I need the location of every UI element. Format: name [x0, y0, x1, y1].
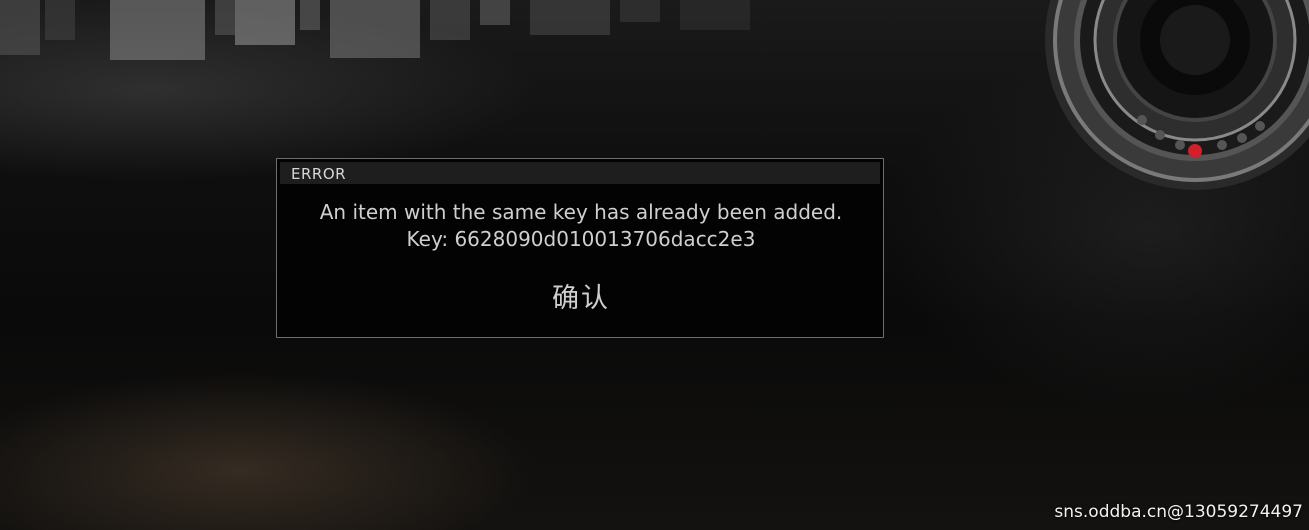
- security-camera-icon: [1045, 0, 1309, 190]
- city-skyline-silhouette: [0, 0, 750, 60]
- error-dialog: ERROR An item with the same key has alre…: [276, 158, 884, 338]
- error-message: An item with the same key has already be…: [319, 200, 843, 251]
- dialog-header: ERROR: [280, 162, 880, 184]
- watermark-text: sns.oddba.cn@13059274497: [1054, 502, 1303, 522]
- dialog-title: ERROR: [291, 165, 347, 183]
- confirm-button[interactable]: 确认: [531, 279, 631, 319]
- camera-led-indicator: [1188, 144, 1202, 158]
